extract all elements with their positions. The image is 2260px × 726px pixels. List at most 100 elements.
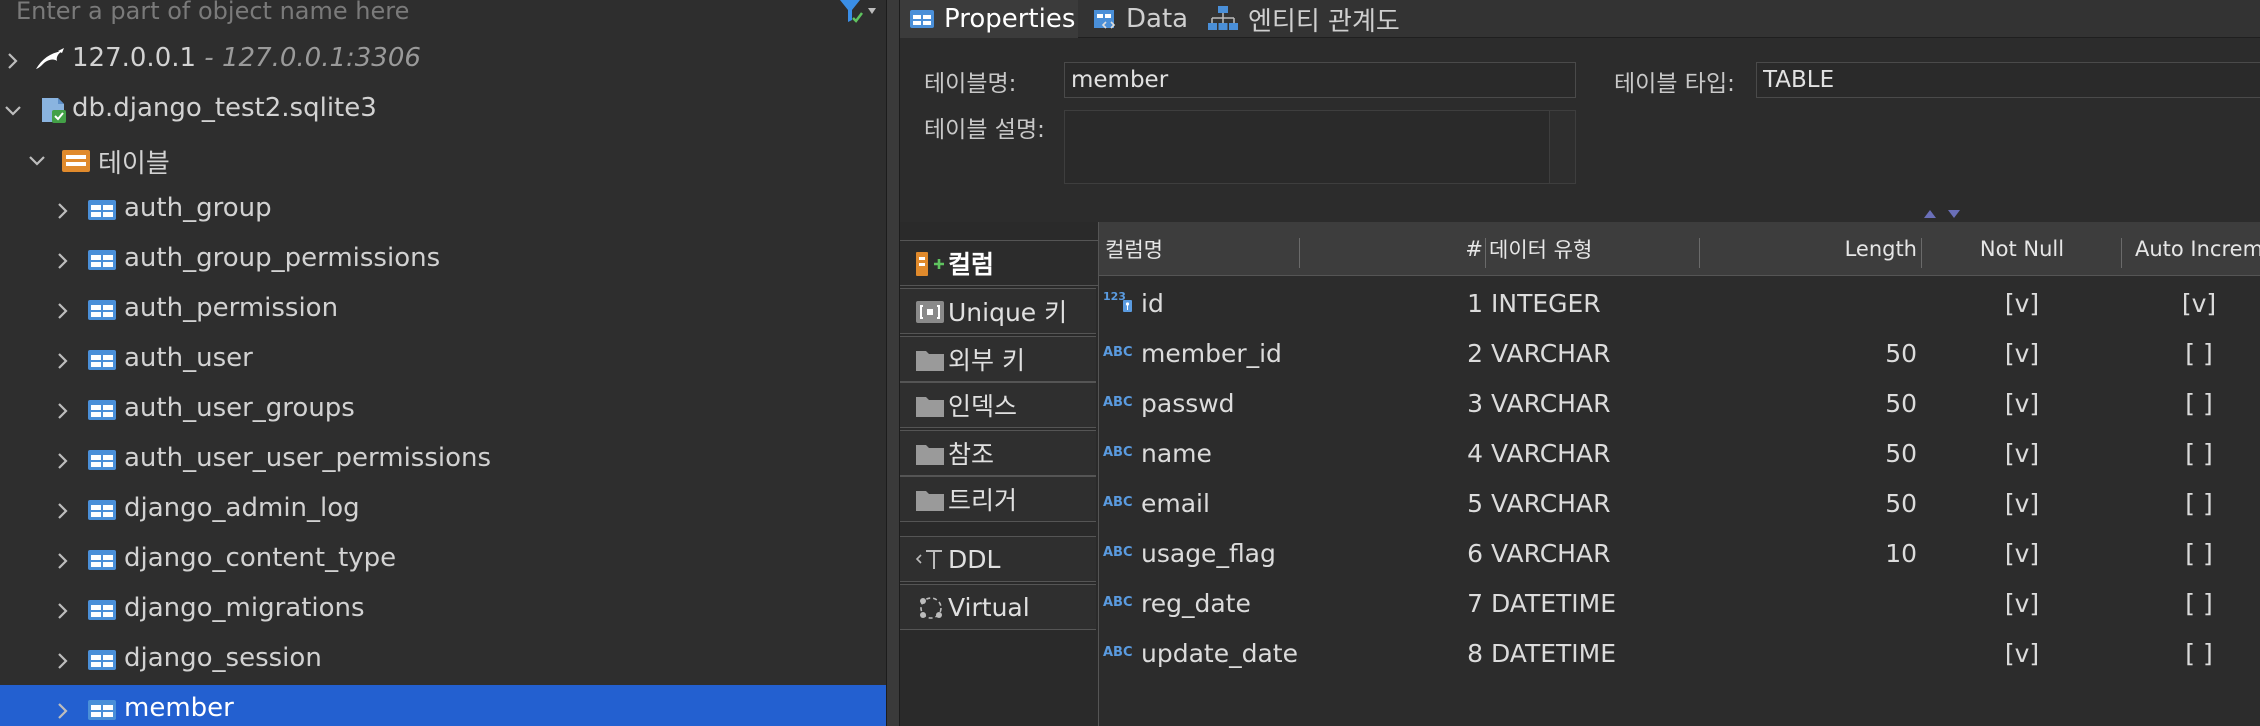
column-row[interactable]: ABC member_id 2 VARCHAR 50 [v][ ]: [1099, 328, 2260, 378]
cell-num[interactable]: 4: [1429, 428, 1483, 478]
header-ordinal[interactable]: #: [1465, 222, 1483, 276]
cell-num[interactable]: 8: [1429, 628, 1483, 678]
cell-num[interactable]: 3: [1429, 378, 1483, 428]
side-tab-1[interactable]: Unique 키: [900, 288, 1096, 334]
table-type-field[interactable]: [1756, 62, 2260, 98]
chevron-right-icon[interactable]: [52, 699, 74, 721]
side-tab-6[interactable]: DDL: [900, 536, 1096, 582]
header-data-type[interactable]: 데이터 유형: [1489, 222, 1689, 276]
cell-length[interactable]: [1703, 278, 1917, 328]
cell-name[interactable]: update_date: [1141, 628, 1441, 678]
cell-auto-inc[interactable]: [ ]: [2121, 428, 2260, 478]
cell-type[interactable]: VARCHAR: [1491, 378, 1691, 428]
cell-not-null[interactable]: [v]: [1923, 528, 2121, 578]
cell-length[interactable]: 50: [1703, 428, 1917, 478]
cell-auto-inc[interactable]: [ ]: [2121, 478, 2260, 528]
table-description-field[interactable]: [1064, 110, 1576, 184]
cell-auto-inc[interactable]: [ ]: [2121, 378, 2260, 428]
cell-auto-inc[interactable]: [ ]: [2121, 528, 2260, 578]
tree-item-table-django-content-type[interactable]: django_content_type: [0, 535, 886, 585]
cell-length[interactable]: [1703, 578, 1917, 628]
cell-type[interactable]: VARCHAR: [1491, 478, 1691, 528]
header-not-null[interactable]: Not Null: [1923, 222, 2121, 276]
object-filter-input[interactable]: [0, 0, 820, 26]
chevron-right-icon[interactable]: [52, 299, 74, 321]
column-row[interactable]: 123 id 1 INTEGER [v] [v]: [1099, 278, 2260, 328]
tree-item-table-auth-user-groups[interactable]: auth_user_groups: [0, 385, 886, 435]
chevron-down-icon[interactable]: [26, 149, 48, 171]
cell-num[interactable]: 1: [1429, 278, 1483, 328]
chevron-right-icon[interactable]: [52, 499, 74, 521]
table-name-field[interactable]: [1064, 62, 1576, 98]
cell-type[interactable]: VARCHAR: [1491, 428, 1691, 478]
tab-data[interactable]: Data: [1092, 0, 1192, 38]
header-separator[interactable]: [1921, 238, 1922, 268]
column-row[interactable]: ABC email 5 VARCHAR 50 [v][ ]: [1099, 478, 2260, 528]
cell-num[interactable]: 6: [1429, 528, 1483, 578]
cell-num[interactable]: 2: [1429, 328, 1483, 378]
header-auto-increment[interactable]: Auto Incremer: [2135, 222, 2260, 276]
side-tab-2[interactable]: 외부 키: [900, 336, 1096, 382]
cell-not-null[interactable]: [v]: [1923, 578, 2121, 628]
cell-name[interactable]: name: [1141, 428, 1441, 478]
tree-item-table-auth-permission[interactable]: auth_permission: [0, 285, 886, 335]
cell-not-null[interactable]: [v]: [1923, 628, 2121, 678]
cell-type[interactable]: VARCHAR: [1491, 328, 1691, 378]
tree-item-table-member[interactable]: member: [0, 685, 886, 726]
cell-not-null[interactable]: [v]: [1923, 278, 2121, 328]
cell-not-null[interactable]: [v]: [1923, 328, 2121, 378]
side-tab-0[interactable]: 컬럼: [900, 240, 1098, 286]
chevron-right-icon[interactable]: [52, 399, 74, 421]
cell-type[interactable]: VARCHAR: [1491, 528, 1691, 578]
chevron-right-icon[interactable]: [52, 549, 74, 571]
cell-length[interactable]: [1703, 628, 1917, 678]
tree-item-table-django-session[interactable]: django_session: [0, 635, 886, 685]
chevron-right-icon[interactable]: [52, 449, 74, 471]
chevron-down-icon[interactable]: [2, 99, 24, 121]
tab-er-diagram[interactable]: 엔티티 관계도: [1206, 0, 1426, 38]
cell-name[interactable]: passwd: [1141, 378, 1441, 428]
header-length[interactable]: Length: [1703, 222, 1917, 276]
tree-item-table-django-migrations[interactable]: django_migrations: [0, 585, 886, 635]
chevron-right-icon[interactable]: [52, 349, 74, 371]
tree-item-table-auth-group-permissions[interactable]: auth_group_permissions: [0, 235, 886, 285]
cell-not-null[interactable]: [v]: [1923, 428, 2121, 478]
tree-item-table-auth-user-user-permissions[interactable]: auth_user_user_permissions: [0, 435, 886, 485]
cell-length[interactable]: 50: [1703, 328, 1917, 378]
side-tab-5[interactable]: 트리거: [900, 476, 1096, 522]
column-row[interactable]: ABC update_date 8 DATETIME [v][ ]: [1099, 628, 2260, 678]
tree-item-tables-folder[interactable]: 테이블: [0, 135, 886, 185]
tree-item-table-auth-user[interactable]: auth_user: [0, 335, 886, 385]
tree-item-connection-sqlite[interactable]: db.django_test2.sqlite3: [0, 85, 886, 135]
cell-not-null[interactable]: [v]: [1923, 378, 2121, 428]
cell-auto-inc[interactable]: [ ]: [2121, 628, 2260, 678]
cell-type[interactable]: DATETIME: [1491, 578, 1691, 628]
cell-length[interactable]: 10: [1703, 528, 1917, 578]
cell-name[interactable]: member_id: [1141, 328, 1441, 378]
cell-length[interactable]: 50: [1703, 378, 1917, 428]
cell-num[interactable]: 7: [1429, 578, 1483, 628]
column-row[interactable]: ABC usage_flag 6 VARCHAR 10 [v][ ]: [1099, 528, 2260, 578]
cell-not-null[interactable]: [v]: [1923, 478, 2121, 528]
cell-name[interactable]: reg_date: [1141, 578, 1441, 628]
sash-collapse-arrows-icon[interactable]: [1918, 206, 1968, 220]
cell-type[interactable]: DATETIME: [1491, 628, 1691, 678]
cell-auto-inc[interactable]: [ ]: [2121, 578, 2260, 628]
filter-icon[interactable]: [836, 0, 880, 26]
header-column-name[interactable]: 컬럼명: [1105, 222, 1305, 276]
chevron-right-icon[interactable]: [52, 249, 74, 271]
cell-num[interactable]: 5: [1429, 478, 1483, 528]
header-separator[interactable]: [2121, 238, 2122, 268]
tree-item-connection-mysql[interactable]: 127.0.0.1 - 127.0.0.1:3306: [0, 35, 886, 85]
chevron-right-icon[interactable]: [52, 649, 74, 671]
cell-type[interactable]: INTEGER: [1491, 278, 1691, 328]
tree-item-table-auth-group[interactable]: auth_group: [0, 185, 886, 235]
column-row[interactable]: ABC reg_date 7 DATETIME [v][ ]: [1099, 578, 2260, 628]
chevron-right-icon[interactable]: [52, 199, 74, 221]
cell-name[interactable]: email: [1141, 478, 1441, 528]
cell-auto-inc[interactable]: [v]: [2121, 278, 2260, 328]
column-row[interactable]: ABC name 4 VARCHAR 50 [v][ ]: [1099, 428, 2260, 478]
side-tab-4[interactable]: 참조: [900, 430, 1096, 476]
cell-auto-inc[interactable]: [ ]: [2121, 328, 2260, 378]
cell-name[interactable]: usage_flag: [1141, 528, 1441, 578]
